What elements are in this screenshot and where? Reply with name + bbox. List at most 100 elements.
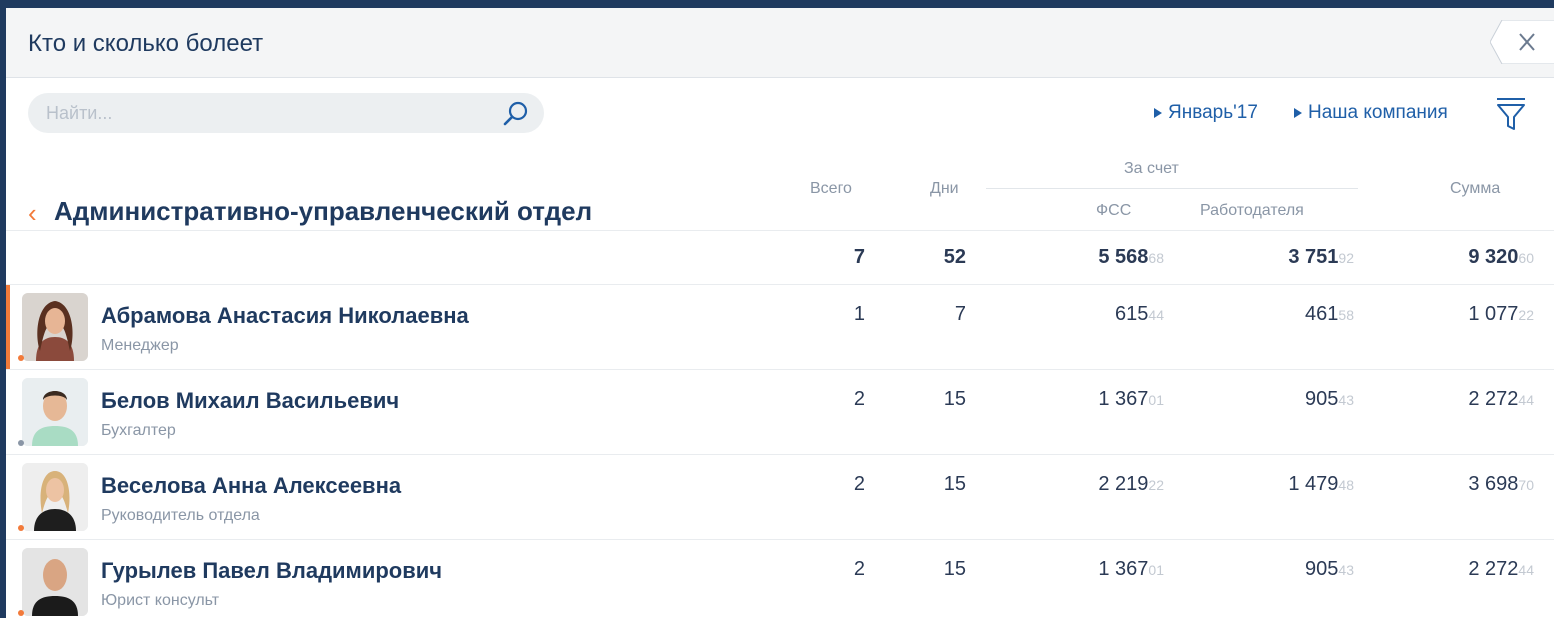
cell-fss-main: 2 219 [1098, 473, 1149, 495]
status-dot [18, 610, 24, 616]
cell-fss: 61544 [1115, 303, 1164, 326]
employee-role: Юрист консульт [101, 592, 220, 609]
totals-total: 7 [853, 246, 865, 268]
cell-employer: 90543 [1305, 558, 1354, 581]
cell-sum: 3 69870 [1468, 473, 1534, 496]
chevron-left-icon: ‹ [28, 198, 37, 228]
cell-days: 7 [954, 303, 966, 325]
column-group-divider [986, 188, 1358, 189]
cell-sum-main: 1 077 [1468, 303, 1519, 325]
funnel-icon[interactable] [1496, 96, 1526, 132]
close-icon [1489, 19, 1554, 65]
totals-sum: 9 32060 [1468, 246, 1534, 269]
cell-employer-main: 905 [1305, 558, 1339, 580]
cell-sum: 2 27244 [1468, 388, 1534, 411]
search-icon[interactable] [502, 100, 530, 128]
avatar [22, 463, 88, 531]
totals-sum-main: 9 320 [1468, 246, 1519, 268]
search-input[interactable] [46, 102, 486, 124]
status-dot [18, 355, 24, 361]
cell-fss-cents: 01 [1148, 562, 1164, 578]
cell-employer-cents: 43 [1338, 392, 1354, 408]
cell-days: 15 [943, 388, 966, 410]
cell-sum: 2 27244 [1468, 558, 1534, 581]
cell-employer-cents: 48 [1338, 477, 1354, 493]
cell-fss-cents: 22 [1148, 477, 1164, 493]
company-filter[interactable]: Наша компания [1294, 102, 1448, 124]
column-header-fss: ФСС [1096, 202, 1132, 219]
cell-fss: 2 21922 [1098, 473, 1164, 496]
totals-employer-cents: 92 [1338, 250, 1354, 266]
employee-role: Менеджер [101, 337, 179, 354]
table-row[interactable]: Абрамова Анастасия Николаевна Менеджер 1… [6, 285, 1554, 369]
cell-employer: 46158 [1305, 303, 1354, 326]
cell-employer: 1 47948 [1288, 473, 1354, 496]
cell-employer: 90543 [1305, 388, 1354, 411]
column-header-employer: Работодателя [1200, 202, 1304, 219]
avatar [22, 378, 88, 446]
company-filter-label: Наша компания [1308, 102, 1448, 123]
totals-fss: 5 56868 [1098, 246, 1164, 269]
department-title: Административно-управленческий отдел [54, 196, 593, 226]
status-dot [18, 440, 24, 446]
window-frame-top [0, 0, 1554, 8]
cell-employer-cents: 43 [1338, 562, 1354, 578]
employee-name[interactable]: Гурылев Павел Владимирович [101, 558, 442, 584]
cell-total: 2 [853, 388, 865, 410]
search-box [28, 93, 544, 133]
cell-fss: 1 36701 [1098, 388, 1164, 411]
cell-days: 15 [943, 473, 966, 495]
employee-name[interactable]: Веселова Анна Алексеевна [101, 473, 401, 499]
panel-title: Кто и сколько болеет [28, 30, 264, 57]
cell-sum-cents: 22 [1518, 307, 1534, 323]
table-row[interactable]: Веселова Анна Алексеевна Руководитель от… [6, 455, 1554, 539]
totals-sum-cents: 60 [1518, 250, 1534, 266]
column-header-paid-by: За счет [1124, 160, 1179, 177]
cell-sum-main: 3 698 [1468, 473, 1519, 495]
period-filter-label: Январь'17 [1168, 102, 1258, 123]
cell-sum-cents: 44 [1518, 562, 1534, 578]
totals-employer: 3 75192 [1288, 246, 1354, 269]
triangle-right-icon [1154, 108, 1162, 118]
period-filter[interactable]: Январь'17 [1154, 102, 1258, 124]
column-header-days: Дни [930, 180, 959, 197]
panel-header: Кто и сколько болеет [6, 8, 1554, 78]
employee-role: Руководитель отдела [101, 507, 260, 524]
back-button[interactable]: ‹ [28, 198, 37, 229]
cell-fss-cents: 44 [1148, 307, 1164, 323]
close-button[interactable] [1489, 19, 1554, 65]
column-header-sum: Сумма [1450, 180, 1501, 197]
cell-fss-main: 615 [1115, 303, 1149, 325]
cell-employer-main: 461 [1305, 303, 1339, 325]
employee-name[interactable]: Белов Михаил Васильевич [101, 388, 399, 414]
avatar [22, 293, 88, 361]
cell-total: 1 [853, 303, 865, 325]
cell-employer-main: 905 [1305, 388, 1339, 410]
cell-total: 2 [853, 473, 865, 495]
totals-employer-main: 3 751 [1288, 246, 1339, 268]
avatar [22, 548, 88, 616]
cell-sum-cents: 44 [1518, 392, 1534, 408]
header-divider [6, 230, 1554, 231]
status-dot [18, 525, 24, 531]
triangle-right-icon [1294, 108, 1302, 118]
totals-fss-cents: 68 [1148, 250, 1164, 266]
table-row[interactable]: Гурылев Павел Владимирович Юрист консуль… [6, 540, 1554, 618]
cell-sum-cents: 70 [1518, 477, 1534, 493]
cell-sum-main: 2 272 [1468, 558, 1519, 580]
cell-days: 15 [943, 558, 966, 580]
table-row[interactable]: Белов Михаил Васильевич Бухгалтер 2 15 1… [6, 370, 1554, 454]
cell-fss-main: 1 367 [1098, 558, 1149, 580]
totals-fss-main: 5 568 [1098, 246, 1149, 268]
cell-employer-cents: 58 [1338, 307, 1354, 323]
cell-sum: 1 07722 [1468, 303, 1534, 326]
sick-leave-panel: Кто и сколько болеет Январь'17 Наша комп… [6, 8, 1554, 618]
column-header-total: Всего [810, 180, 852, 197]
totals-days: 52 [943, 246, 966, 268]
cell-sum-main: 2 272 [1468, 388, 1519, 410]
cell-fss: 1 36701 [1098, 558, 1164, 581]
cell-fss-cents: 01 [1148, 392, 1164, 408]
employee-name[interactable]: Абрамова Анастасия Николаевна [101, 303, 469, 329]
cell-fss-main: 1 367 [1098, 388, 1149, 410]
cell-employer-main: 1 479 [1288, 473, 1339, 495]
